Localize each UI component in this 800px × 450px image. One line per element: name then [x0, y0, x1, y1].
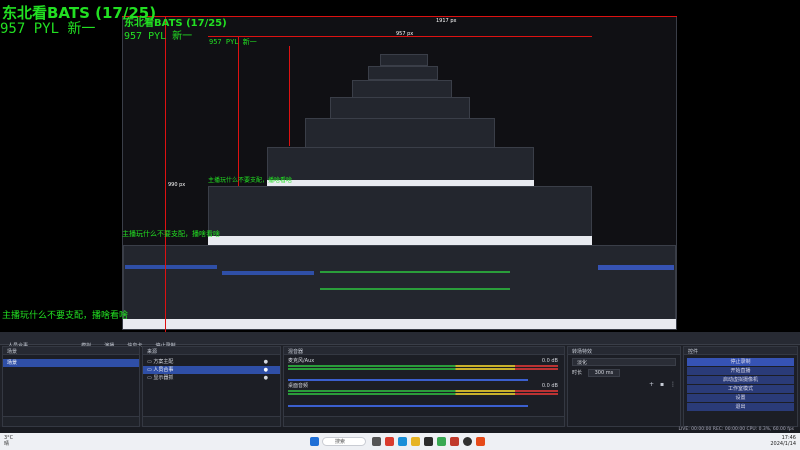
scenes-panel: 场景 场景 + ▪ ˄ ˅ — [2, 346, 140, 434]
eye-icon[interactable]: ● — [264, 366, 268, 374]
source-label: 人员合事 — [153, 367, 174, 373]
explorer-icon[interactable] — [411, 437, 420, 446]
mixer-panel: 混音器 麦克风/Aux 0.0 dB 桌面音频 0.0 dB ⚙ ⋮ — [283, 346, 565, 434]
chrome-icon[interactable] — [385, 437, 394, 446]
sources-footer: + ▪ ⚙ ˄ ˅ — [143, 416, 280, 434]
duration-label: 时长 — [572, 370, 583, 376]
guide-line-vertical — [289, 46, 290, 146]
taskbar-search-input[interactable]: 搜索 — [322, 437, 366, 446]
guide-line-vertical — [238, 36, 239, 186]
guide-line-vertical — [165, 16, 166, 332]
nested-taskbar — [123, 319, 676, 329]
eye-icon[interactable]: ● — [264, 374, 268, 382]
app-icon[interactable] — [424, 437, 433, 446]
overlay-code-nested: 957 PYL 新一 — [124, 31, 193, 42]
volume-slider[interactable] — [288, 405, 528, 407]
nested-meter — [320, 271, 510, 273]
scenes-footer: + ▪ ˄ ˅ — [3, 416, 139, 434]
controls-panel: 控件 停止录制 开始直播 启动虚拟摄像机 工作室模式 设置 退出 — [683, 346, 798, 427]
width-label: 957 px — [396, 31, 414, 37]
nested-capture-level-9 — [380, 54, 428, 66]
nested-capture-level-6 — [330, 97, 470, 119]
scenes-header: 场景 — [3, 347, 139, 355]
weather-desc: 晴 — [4, 441, 10, 447]
transition-duration: 时长 300 ms — [568, 369, 680, 377]
audio-meter — [288, 393, 558, 395]
sources-panel: 来源 ▭ 方案主配 ● ▭ 人员合事 ● ▭ 显示器抓 ● + ▪ ⚙ ˄ ˅ — [142, 346, 281, 434]
app-icon[interactable] — [437, 437, 446, 446]
sources-header: 来源 — [143, 347, 280, 355]
stop-recording-button[interactable]: 停止录制 — [687, 358, 794, 366]
overlay-code-nested-2: 957 PYL 新一 — [209, 38, 257, 46]
clock-date: 2024/1/14 — [770, 441, 796, 447]
studio-mode-button[interactable]: 工作室模式 — [687, 385, 794, 393]
transition-select[interactable]: 淡化 — [572, 358, 676, 366]
obs-toolbar: 人员合事 模拟 演播 信息卡 停止录制 — [0, 332, 800, 349]
mixer-header: 混音器 — [284, 347, 564, 355]
overlay-code: 957 PYL 新一 — [0, 21, 96, 37]
duration-input[interactable]: 300 ms — [587, 369, 621, 377]
nested-scene-highlight — [125, 265, 217, 269]
mixer-track-name: 麦克风/Aux — [288, 358, 315, 364]
height-label: 990 px — [168, 182, 186, 188]
overlay-caption-nested: 主播玩什么不要支配，播啥看啥 — [122, 230, 220, 238]
mixer-track-level: 0.0 dB — [541, 358, 558, 364]
edge-icon[interactable] — [398, 437, 407, 446]
more-icon[interactable]: ⋮ — [670, 381, 676, 388]
transitions-panel: 转场特效 淡化 时长 300 ms + ▪ ⋮ — [567, 346, 681, 427]
app-icon[interactable] — [476, 437, 485, 446]
windows-taskbar: 3°C 晴 搜索 17:46 2024/1/14 — [0, 433, 800, 450]
audio-meter — [288, 365, 558, 367]
app-icon[interactable] — [450, 437, 459, 446]
add-icon[interactable]: + — [649, 381, 654, 388]
exit-button[interactable]: 退出 — [687, 403, 794, 411]
nested-taskbar — [208, 236, 592, 245]
eye-icon[interactable]: ● — [264, 358, 268, 366]
status-text: LIVE: 00:00:00 REC: 00:00:00 CPU: 0.3%, … — [678, 427, 794, 432]
transition-buttons: + ▪ ⋮ — [649, 381, 676, 388]
source-item[interactable]: ▭ 方案主配 ● — [143, 358, 280, 366]
overlay-caption: 主播玩什么不要支配，播啥看啥 — [2, 311, 129, 321]
nested-capture-level-5 — [305, 118, 495, 148]
nested-capture-level-8 — [368, 66, 438, 80]
virtual-camera-button[interactable]: 启动虚拟摄像机 — [687, 376, 794, 384]
source-item[interactable]: ▭ 显示器抓 ● — [143, 374, 280, 382]
source-label: 显示器抓 — [153, 375, 174, 381]
source-label: 方案主配 — [153, 359, 174, 365]
mixer-track: 桌面音频 0.0 dB — [284, 382, 564, 390]
scene-item[interactable]: 场景 — [3, 359, 139, 367]
taskbar-clock[interactable]: 17:46 2024/1/14 — [770, 435, 796, 447]
audio-meter — [288, 390, 558, 392]
trash-icon[interactable]: ▪ — [660, 381, 664, 388]
audio-meter — [288, 368, 558, 370]
windows-start-icon[interactable] — [310, 437, 319, 446]
weather-widget[interactable]: 3°C 晴 — [4, 435, 13, 447]
overlay-caption-nested-2: 主播玩什么不要支配，播啥看啥 — [208, 177, 293, 184]
nested-meter — [320, 288, 510, 290]
controls-header: 控件 — [684, 347, 797, 355]
mixer-footer: ⚙ ⋮ — [284, 416, 564, 434]
mixer-track: 麦克风/Aux 0.0 dB — [284, 357, 564, 365]
nested-controls-highlight — [598, 265, 674, 270]
mixer-track-level: 0.0 dB — [541, 383, 558, 389]
width-label: 1917 px — [436, 18, 457, 24]
nested-taskbar — [267, 180, 534, 186]
nested-source-highlight — [222, 271, 314, 275]
nested-capture-level-7 — [352, 80, 452, 98]
obs-icon[interactable] — [463, 437, 472, 446]
source-item[interactable]: ▭ 人员合事 ● — [143, 366, 280, 374]
settings-button[interactable]: 设置 — [687, 394, 794, 402]
transitions-header: 转场特效 — [568, 347, 680, 355]
volume-slider[interactable] — [288, 379, 528, 381]
start-streaming-button[interactable]: 开始直播 — [687, 367, 794, 375]
task-view-icon[interactable] — [372, 437, 381, 446]
mixer-track-name: 桌面音频 — [288, 383, 309, 389]
